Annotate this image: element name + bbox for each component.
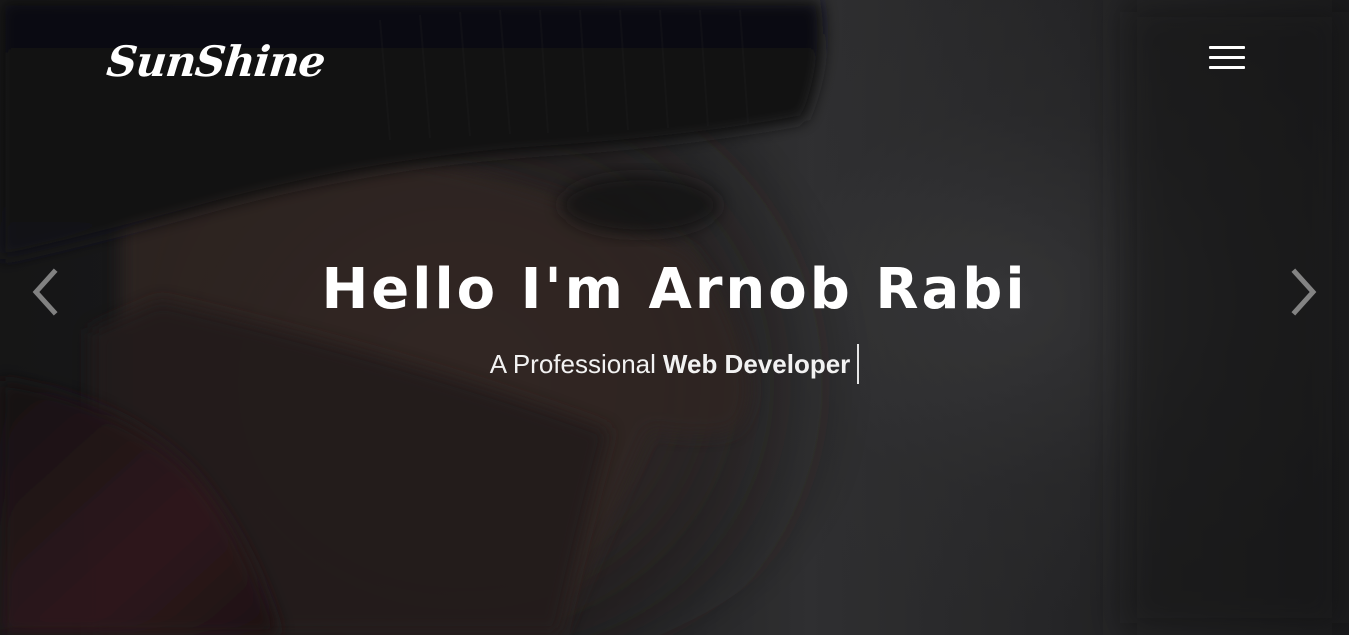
site-header: SunShine (0, 0, 1349, 130)
hero-subtitle-prefix: A Professional (489, 349, 656, 379)
typing-cursor (857, 344, 860, 384)
hero-subtitle: A Professional Web Developer (490, 344, 860, 384)
site-logo[interactable]: SunShine (104, 34, 327, 90)
hero-title: Hello I'm Arnob Rabi (321, 257, 1028, 322)
menu-bar-bottom (1209, 66, 1245, 69)
hero-section: SunShine Hello I'm Arnob Rabi A Professi… (0, 0, 1349, 635)
menu-bar-middle (1209, 56, 1245, 59)
hamburger-menu-icon[interactable] (1209, 46, 1245, 72)
hero-content: Hello I'm Arnob Rabi A Professional Web … (0, 252, 1349, 384)
hero-subtitle-highlight: Web Developer (662, 349, 851, 379)
menu-bar-top (1209, 46, 1245, 49)
